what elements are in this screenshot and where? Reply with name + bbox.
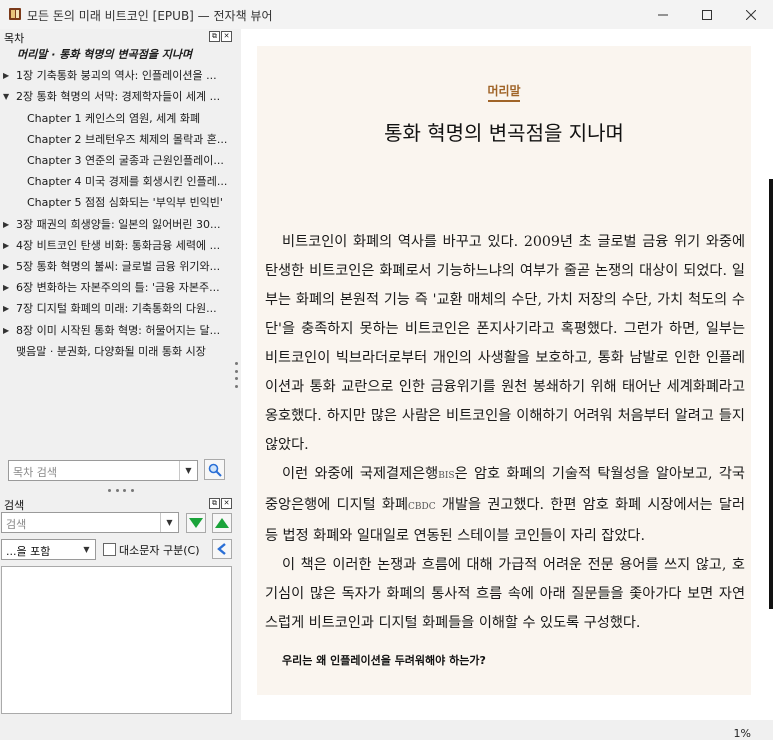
toc-item-label: Chapter 2 브레턴우즈 체제의 몰락과 혼...	[27, 132, 228, 146]
paragraph-text: 비트코인이 화폐의 역사를 바꾸고 있다. 2009년 초 글로벌 금융 위기 …	[265, 234, 745, 453]
search-mode-value: ...을 포함	[6, 545, 51, 558]
arrow-up-icon	[215, 518, 229, 528]
reader-view[interactable]: 머리말 통화 혁명의 변곡점을 지나며 비트코인이 화폐의 역사를 바꾸고 있다…	[241, 29, 773, 740]
toc-item-label: 5장 통화 혁명의 불씨: 글로벌 금융 위기와...	[16, 260, 221, 273]
collapsed-arrow-icon[interactable]: ▶	[3, 65, 9, 86]
toc-item-label: Chapter 5 점점 심화되는 '부익부 빈익빈'	[27, 196, 223, 210]
chevron-left-icon	[217, 543, 226, 555]
collapsed-arrow-icon[interactable]: ▶	[3, 235, 9, 256]
reader-scrollbar[interactable]	[769, 179, 773, 609]
toc-item[interactable]: Chapter 5 점점 심화되는 '부익부 빈익빈'	[0, 192, 233, 213]
toc-item-label: Chapter 1 케인스의 염원, 세계 화폐	[27, 111, 201, 125]
toc-item-label: 3장 패권의 희생양들: 일본의 잃어버린 30...	[16, 217, 221, 231]
toc-search-placeholder: 목차 검색	[13, 466, 57, 479]
toc-item[interactable]: Chapter 3 연준의 굴종과 근원인플레이...	[0, 150, 233, 171]
paragraph: 이런 와중에 국제결제은행BIS은 암호 화폐의 기술적 탁월성을 알아보고, …	[265, 460, 745, 551]
window-title: 모든 돈의 미래 비트코인 [EPUB] — 전자책 뷰어	[27, 9, 273, 23]
expanded-arrow-icon[interactable]: ▼	[3, 86, 9, 107]
toc-item[interactable]: 맺음말 · 분권화, 다양화될 미래 통화 시장	[0, 341, 233, 362]
search-direction-button[interactable]	[212, 539, 232, 559]
abbreviation: BIS	[438, 471, 455, 481]
toc-search-button[interactable]	[204, 459, 225, 480]
search-placeholder: 검색	[6, 518, 27, 531]
arrow-down-icon	[189, 518, 203, 528]
collapsed-arrow-icon[interactable]: ▶	[3, 256, 9, 277]
paragraph-text: 이 책은 이러한 논쟁과 흐름에 대해 가급적 어려운 전문 용어를 쓰지 않고…	[265, 557, 745, 631]
toc-item-label: 4장 비트코인 탄생 비화: 통화금융 세력에 ...	[16, 238, 221, 252]
toc-item-label: 7장 디지털 화폐의 미래: 기축통화의 다원...	[16, 302, 217, 316]
panel-splitter-handle[interactable]	[234, 362, 238, 388]
chapter-title: 통화 혁명의 변곡점을 지나며	[384, 121, 624, 145]
collapsed-arrow-icon[interactable]: ▶	[3, 214, 9, 235]
chapter-label: 머리말	[487, 84, 521, 98]
toc-item-label: Chapter 4 미국 경제를 회생시킨 인플레...	[27, 175, 228, 189]
abbreviation: CBDC	[408, 502, 436, 512]
float-panel-icon[interactable]: ⧉	[209, 31, 220, 42]
toc-item-label: 맺음말 · 분권화, 다양화될 미래 통화 시장	[16, 344, 206, 358]
float-panel-icon[interactable]: ⧉	[209, 498, 220, 509]
window-titlebar: 모든 돈의 미래 비트코인 [EPUB] — 전자책 뷰어	[0, 0, 773, 29]
book-page: 머리말 통화 혁명의 변곡점을 지나며 비트코인이 화폐의 역사를 바꾸고 있다…	[257, 46, 751, 695]
maximize-button[interactable]	[685, 0, 729, 29]
search-input[interactable]: 검색 ▼	[1, 512, 179, 533]
toc-item-label: Chapter 3 연준의 굴종과 근원인플레이...	[27, 154, 224, 167]
case-sensitive-label[interactable]: 대소문자 구분(C)	[119, 542, 199, 558]
paragraph-text: 이런 와중에 국제결제은행	[282, 466, 439, 482]
toc-panel-header: 목차 ⧉ ✕	[0, 30, 233, 45]
toc-item[interactable]: Chapter 1 케인스의 염원, 세계 화폐	[0, 108, 233, 129]
toc-item[interactable]: ▶ 7장 디지털 화폐의 미래: 기축통화의 다원...	[0, 298, 233, 319]
paragraph: 이 책은 이러한 논쟁과 흐름에 대해 가급적 어려운 전문 용어를 쓰지 않고…	[265, 551, 745, 638]
maximize-icon	[702, 9, 712, 20]
toc-item-label: 6장 변화하는 자본주의의 틀: '금융 자본주...	[16, 281, 220, 295]
close-panel-icon[interactable]: ✕	[221, 31, 232, 42]
toc-item-label: 1장 기축통화 붕괴의 역사: 인플레이션을 ...	[16, 69, 217, 83]
case-sensitive-checkbox[interactable]	[103, 543, 116, 556]
chevron-down-icon[interactable]: ▼	[160, 513, 178, 532]
dock-splitter-handle[interactable]	[108, 489, 134, 493]
search-panel-title: 검색	[4, 499, 25, 512]
close-icon	[746, 9, 756, 20]
collapsed-arrow-icon[interactable]: ▶	[3, 298, 9, 319]
toc-item-label: 머리말 · 통화 혁명의 변곡점을 지나며	[17, 48, 193, 61]
toc-item[interactable]: ▼ 2장 통화 혁명의 서막: 경제학자들이 세계 ...	[0, 86, 233, 107]
toc-item[interactable]: ▶ 3장 패권의 희생양들: 일본의 잃어버린 30...	[0, 214, 233, 235]
chapter-body: 비트코인이 화폐의 역사를 바꾸고 있다. 2009년 초 글로벌 금융 위기 …	[265, 228, 745, 638]
close-panel-icon[interactable]: ✕	[221, 498, 232, 509]
toc-item[interactable]: ▶ 8장 이미 시작된 통화 혁명: 허물어지는 달...	[0, 320, 233, 341]
close-button[interactable]	[729, 0, 773, 29]
find-next-button[interactable]	[186, 513, 206, 533]
collapsed-arrow-icon[interactable]: ▶	[3, 277, 9, 298]
toc-item[interactable]: ▶ 5장 통화 혁명의 불씨: 글로벌 금융 위기와...	[0, 256, 233, 277]
toc-item[interactable]: Chapter 2 브레턴우즈 체제의 몰락과 혼...	[0, 129, 233, 150]
toc-item-label: 8장 이미 시작된 통화 혁명: 허물어지는 달...	[16, 323, 221, 337]
section-heading: 우리는 왜 인플레이션을 두려워해야 하는가?	[282, 654, 486, 667]
toc-item-label: 2장 통화 혁명의 서막: 경제학자들이 세계 ...	[16, 90, 221, 104]
minimize-icon	[658, 14, 668, 15]
paragraph: 비트코인이 화폐의 역사를 바꾸고 있다. 2009년 초 글로벌 금융 위기 …	[265, 228, 745, 460]
progress-percent: 1%	[733, 727, 751, 740]
toc-search-input[interactable]: 목차 검색 ▼	[8, 460, 198, 481]
find-previous-button[interactable]	[212, 513, 232, 533]
search-results-list[interactable]	[1, 566, 232, 714]
toc-item[interactable]: ▶ 6장 변화하는 자본주의의 틀: '금융 자본주...	[0, 277, 233, 298]
book-app-icon	[9, 8, 21, 20]
search-icon	[208, 463, 222, 477]
search-mode-select[interactable]: ...을 포함 ▼	[1, 539, 96, 560]
collapsed-arrow-icon[interactable]: ▶	[3, 320, 9, 341]
search-panel-header: 검색 ⧉ ✕	[0, 497, 233, 512]
toc-item[interactable]: 머리말 · 통화 혁명의 변곡점을 지나며	[0, 44, 233, 65]
chevron-down-icon[interactable]: ▼	[179, 461, 197, 480]
chapter-rule	[488, 100, 520, 102]
toc-item[interactable]: ▶ 1장 기축통화 붕괴의 역사: 인플레이션을 ...	[0, 65, 233, 86]
toc-item[interactable]: ▶ 4장 비트코인 탄생 비화: 통화금융 세력에 ...	[0, 235, 233, 256]
toc-tree: 머리말 · 통화 혁명의 변곡점을 지나며 ▶ 1장 기축통화 붕괴의 역사: 인플…	[0, 44, 233, 454]
minimize-button[interactable]	[641, 0, 685, 29]
chevron-down-icon[interactable]: ▼	[78, 540, 95, 559]
toc-item[interactable]: Chapter 4 미국 경제를 회생시킨 인플레...	[0, 171, 233, 192]
